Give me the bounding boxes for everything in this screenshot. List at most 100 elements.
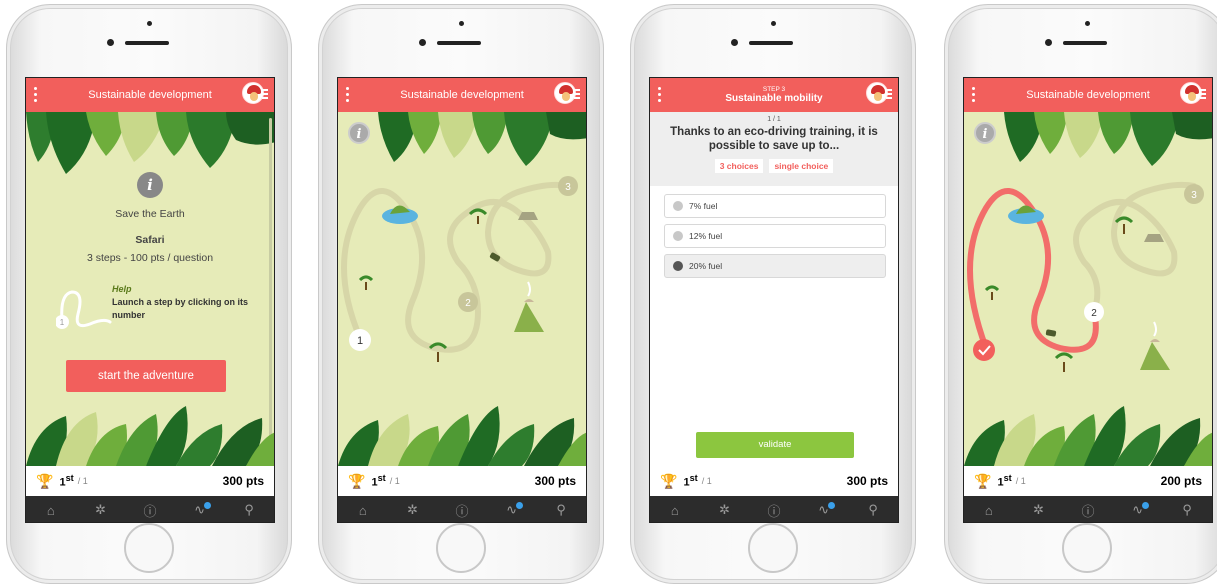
score-bar: 🏆 1st / 1 300 pts — [650, 466, 898, 496]
jungle-scene: i Save the Earth Safari 3 steps - 100 pt… — [26, 112, 274, 466]
help-icon[interactable]: ⓘ — [135, 501, 165, 520]
search-icon[interactable]: ⚲ — [1172, 502, 1202, 518]
search-icon[interactable]: ⚲ — [234, 502, 264, 518]
home-icon[interactable]: ⌂ — [348, 503, 378, 518]
help-icon[interactable]: ⓘ — [447, 501, 477, 520]
home-button[interactable] — [748, 523, 798, 573]
screen-map-progress: Sustainable development i 2 3 🏆 1st / 1 … — [963, 77, 1213, 523]
help-path-icon: 1 — [55, 290, 112, 329]
bottom-nav: ⌂ ✲ ⓘ ∿ ⚲ — [26, 496, 274, 522]
step-2-marker[interactable]: 2 — [1091, 308, 1097, 319]
avatar-icon[interactable] — [866, 82, 892, 108]
avatar-icon[interactable] — [554, 82, 580, 108]
screen-intro: Sustainable development i Save the Earth… — [25, 77, 275, 523]
activity-icon[interactable]: ∿ — [809, 502, 839, 518]
scrollbar[interactable] — [269, 118, 272, 438]
earpiece-speaker — [125, 41, 169, 45]
proximity-sensor — [731, 39, 738, 46]
step-3-marker[interactable]: 3 — [1191, 190, 1197, 201]
option-label: 7% fuel — [689, 201, 718, 211]
proximity-sensor — [419, 39, 426, 46]
jungle-map: i 1 2 3 — [338, 112, 586, 466]
proximity-sensor — [1045, 39, 1052, 46]
home-button[interactable] — [1062, 523, 1112, 573]
front-camera — [1085, 21, 1090, 26]
activity-icon[interactable]: ∿ — [497, 502, 527, 518]
trophy-icon: 🏆 — [974, 472, 992, 489]
score-bar: 🏆 1st / 1 300 pts — [338, 466, 586, 496]
home-icon[interactable]: ⌂ — [974, 503, 1004, 518]
header-title: Sustainable development — [88, 89, 212, 101]
avatar-icon[interactable] — [242, 82, 268, 108]
phone-frame-intro: Sustainable development i Save the Earth… — [6, 4, 292, 584]
question-header: 1 / 1 Thanks to an eco-driving training,… — [650, 112, 898, 186]
home-button[interactable] — [436, 523, 486, 573]
points: 300 pts — [222, 474, 264, 488]
info-icon: i — [137, 172, 163, 198]
radio-icon — [673, 231, 683, 241]
menu-dots-icon[interactable] — [346, 87, 350, 103]
network-icon[interactable]: ✲ — [85, 502, 115, 518]
answer-option[interactable]: 12% fuel — [664, 224, 886, 248]
choices-count-tag: 3 choices — [714, 159, 764, 173]
points: 200 pts — [1160, 474, 1202, 488]
rank: 1st — [683, 473, 698, 489]
home-icon[interactable]: ⌂ — [660, 503, 690, 518]
header-bar: Sustainable development — [964, 78, 1212, 112]
avatar-icon[interactable] — [1180, 82, 1206, 108]
intro-title: Safari — [135, 234, 165, 246]
step-1-marker[interactable]: 1 — [357, 335, 363, 347]
start-adventure-button[interactable]: start the adventure — [66, 360, 226, 392]
answer-option[interactable]: 7% fuel — [664, 194, 886, 218]
search-icon[interactable]: ⚲ — [858, 502, 888, 518]
question-text: Thanks to an eco-driving training, it is… — [670, 126, 878, 152]
rank-total: / 1 — [1015, 476, 1026, 486]
front-camera — [147, 21, 152, 26]
help-box: 1 Help Launch a step by clicking on its … — [55, 284, 256, 334]
earpiece-speaker — [437, 41, 481, 45]
question-counter: 1 / 1 — [767, 116, 781, 123]
screen-quiz: STEP 3 Sustainable mobility 1 / 1 Thanks… — [649, 77, 899, 523]
rank: 1st — [997, 473, 1012, 489]
step-3-marker[interactable]: 3 — [565, 182, 571, 193]
points: 300 pts — [534, 474, 576, 488]
network-icon[interactable]: ✲ — [709, 502, 739, 518]
header-title: Sustainable development — [1026, 89, 1150, 101]
activity-icon[interactable]: ∿ — [1123, 502, 1153, 518]
menu-dots-icon[interactable] — [972, 87, 976, 103]
header-title: Sustainable development — [400, 89, 524, 101]
validate-button[interactable]: validate — [696, 432, 854, 458]
screen-map: Sustainable development i 1 2 3 🏆 1st / … — [337, 77, 587, 523]
rank: 1st — [371, 473, 386, 489]
search-icon[interactable]: ⚲ — [546, 502, 576, 518]
rank-total: / 1 — [77, 476, 88, 486]
header-bar: Sustainable development — [338, 78, 586, 112]
step-label: STEP 3 — [762, 86, 786, 93]
header-title: Sustainable mobility — [725, 93, 823, 104]
intro-subtitle: Save the Earth — [115, 208, 185, 220]
help-icon[interactable]: ⓘ — [759, 501, 789, 520]
bottom-nav: ⌂ ✲ ⓘ ∿ ⚲ — [650, 496, 898, 522]
jungle-leaves-bottom — [964, 406, 1212, 466]
score-bar: 🏆 1st / 1 200 pts — [964, 466, 1212, 496]
menu-dots-icon[interactable] — [34, 87, 38, 103]
activity-icon[interactable]: ∿ — [185, 502, 215, 518]
step-2-marker[interactable]: 2 — [465, 298, 471, 309]
network-icon[interactable]: ✲ — [1023, 502, 1053, 518]
earpiece-speaker — [749, 41, 793, 45]
rank-total: / 1 — [701, 476, 712, 486]
jungle-leaves-bottom — [26, 406, 274, 466]
answer-option-selected[interactable]: 20% fuel — [664, 254, 886, 278]
home-button[interactable] — [124, 523, 174, 573]
option-label: 12% fuel — [689, 231, 723, 241]
front-camera — [771, 21, 776, 26]
help-icon[interactable]: ⓘ — [1073, 501, 1103, 520]
header-bar: STEP 3 Sustainable mobility — [650, 78, 898, 112]
menu-dots-icon[interactable] — [658, 87, 662, 103]
rank: 1st — [59, 473, 74, 489]
help-text: Launch a step by clicking on its number — [112, 297, 249, 320]
network-icon[interactable]: ✲ — [397, 502, 427, 518]
home-icon[interactable]: ⌂ — [36, 503, 66, 518]
radio-icon — [673, 261, 683, 271]
trophy-icon: 🏆 — [660, 472, 678, 489]
